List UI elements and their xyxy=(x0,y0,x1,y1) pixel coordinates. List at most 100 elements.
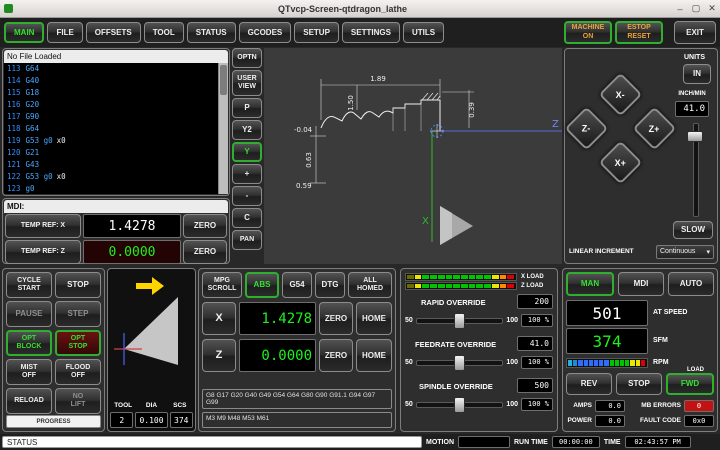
abs-button[interactable]: ABS xyxy=(245,272,279,298)
tab-gcodes[interactable]: GCODES xyxy=(239,22,292,43)
view-y-button[interactable]: Y xyxy=(232,142,262,162)
zero-x-button[interactable]: ZERO xyxy=(183,214,227,238)
zoom-in-button[interactable]: + xyxy=(232,164,262,184)
close-icon[interactable]: ✕ xyxy=(704,3,720,14)
view-options-button[interactable]: OPTN xyxy=(232,48,262,68)
run-progress-bar: PROGRESS xyxy=(6,415,101,428)
feedrate-override-value: 41.0 xyxy=(517,336,553,351)
zero-z-button[interactable]: ZERO xyxy=(183,240,227,264)
maximize-icon[interactable]: ▢ xyxy=(688,3,704,14)
tab-utils[interactable]: UTILS xyxy=(403,22,444,43)
opt-block-button[interactable]: OPTBLOCK xyxy=(6,330,52,356)
gcode-line-extra: x0 xyxy=(57,172,66,181)
step-button[interactable]: STEP xyxy=(55,301,101,327)
label-line: OFF xyxy=(22,372,36,380)
spindle-override-slider[interactable] xyxy=(416,397,504,411)
x-axis-label: X xyxy=(422,216,429,227)
axis-z-button[interactable]: Z xyxy=(202,339,236,372)
temp-ref-x-button[interactable]: TEMP REF: X xyxy=(5,214,81,238)
dia-col-header: DIA xyxy=(138,402,164,409)
home-z-button[interactable]: HOME xyxy=(356,339,392,372)
mode-mdi-button[interactable]: MDI xyxy=(618,272,664,296)
active-gcodes-display: G8 G17 G20 G40 G49 G54 G64 G80 G90 G91.1… xyxy=(202,389,392,409)
flood-button[interactable]: FLOODOFF xyxy=(55,359,101,385)
tab-main[interactable]: MAIN xyxy=(4,22,44,43)
label-line: OPT xyxy=(71,335,85,343)
gcode-text-view[interactable]: 113G64 114G40 115G18 116G20 117G90 118G6… xyxy=(4,63,228,194)
opt-stop-button[interactable]: OPTSTOP xyxy=(55,330,101,356)
no-lift-button[interactable]: NOLIFT xyxy=(55,388,101,414)
scrollbar-thumb[interactable] xyxy=(220,65,227,95)
feedrate-override-label: FEEDRATE OVERRIDE xyxy=(415,340,496,349)
mode-man-button[interactable]: MAN xyxy=(566,272,614,296)
mode-auto-button[interactable]: AUTO xyxy=(668,272,714,296)
clear-view-button[interactable]: C xyxy=(232,208,262,228)
mist-button[interactable]: MISTOFF xyxy=(6,359,52,385)
pause-button[interactable]: PAUSE xyxy=(6,301,52,327)
gcode-scrollbar[interactable] xyxy=(218,63,228,194)
mb-errors-value: 0 xyxy=(684,400,714,412)
dtg-button[interactable]: DTG xyxy=(315,272,345,298)
jog-z-minus-button[interactable]: Z- xyxy=(565,107,609,151)
scs-col-header: SCS xyxy=(167,402,193,409)
slider-handle[interactable] xyxy=(687,131,703,142)
clock-value: 02:43:57 PM xyxy=(625,436,691,448)
feedrate-override-slider[interactable] xyxy=(416,355,504,369)
tool-scs-value: 374 xyxy=(170,412,193,428)
jog-rate-slider[interactable] xyxy=(687,123,703,217)
gcode-line-code: G21 xyxy=(26,148,40,157)
label-line: MPG xyxy=(214,277,230,285)
view-p-button[interactable]: P xyxy=(232,98,262,118)
machine-on-button[interactable]: MACHINE ON xyxy=(564,21,612,44)
slider-handle[interactable] xyxy=(454,355,465,371)
slider-handle[interactable] xyxy=(454,313,465,329)
spindle-rev-button[interactable]: REV xyxy=(566,373,612,395)
gcode-line-code: g0 xyxy=(26,184,35,193)
spindle-fwd-button[interactable]: FWD xyxy=(666,373,714,395)
slow-button[interactable]: SLOW xyxy=(673,221,713,239)
axis-x-button[interactable]: X xyxy=(202,302,236,335)
label-line: ON xyxy=(583,33,594,41)
estop-reset-button[interactable]: ESTOP RESET xyxy=(615,21,663,44)
zoom-out-button[interactable]: - xyxy=(232,186,262,206)
runtime-label: RUN TIME xyxy=(514,439,548,446)
tab-tool[interactable]: TOOL xyxy=(144,22,184,43)
minimize-icon[interactable]: – xyxy=(672,4,688,14)
reload-button[interactable]: RELOAD xyxy=(6,388,52,414)
view-y2-button[interactable]: Y2 xyxy=(232,120,262,140)
gcode-line-number: 119 xyxy=(7,136,21,145)
all-homed-button[interactable]: ALLHOMED xyxy=(348,272,392,298)
pan-button[interactable]: PAN xyxy=(232,230,262,250)
zero-x-dro-button[interactable]: ZERO xyxy=(319,302,353,335)
slider-handle[interactable] xyxy=(454,397,465,413)
zero-z-dro-button[interactable]: ZERO xyxy=(319,339,353,372)
jog-z-minus-label: Z- xyxy=(582,124,591,134)
window-titlebar[interactable]: QTvcp-Screen-qtdragon_lathe – ▢ ✕ xyxy=(0,0,720,18)
jog-x-plus-button[interactable]: X+ xyxy=(599,141,643,185)
jog-z-plus-button[interactable]: Z+ xyxy=(633,107,677,151)
combo-value: Continuous xyxy=(660,248,695,255)
spindle-stop-button[interactable]: STOP xyxy=(616,373,662,395)
home-x-button[interactable]: HOME xyxy=(356,302,392,335)
units-in-button[interactable]: IN xyxy=(683,64,711,84)
exit-button[interactable]: EXIT xyxy=(674,21,716,44)
tab-status[interactable]: STATUS xyxy=(187,22,236,43)
tab-settings[interactable]: SETTINGS xyxy=(342,22,400,43)
rapid-override-slider[interactable] xyxy=(416,313,504,327)
temp-ref-z-button[interactable]: TEMP REF: Z xyxy=(5,240,81,264)
gcode-graphics-preview[interactable]: 1.89 1.50 0.39 -0.04 0.63 0.59 X Z xyxy=(264,48,562,264)
linear-increment-combo[interactable]: Continuous ▾ xyxy=(656,245,714,259)
stop-button[interactable]: STOP xyxy=(55,272,101,298)
cycle-start-button[interactable]: CYCLESTART xyxy=(6,272,52,298)
spindle-override-pct: 100 % xyxy=(521,398,553,411)
mpg-scroll-button[interactable]: MPGSCROLL xyxy=(202,272,242,298)
tab-offsets[interactable]: OFFSETS xyxy=(86,22,141,43)
user-view-button[interactable]: USER VIEW xyxy=(232,70,262,96)
tab-file[interactable]: FILE xyxy=(47,22,82,43)
gcode-line-extra: x0 xyxy=(57,136,66,145)
jog-x-minus-button[interactable]: X- xyxy=(599,73,643,117)
gcode-line-number: 118 xyxy=(7,124,21,133)
tab-setup[interactable]: SETUP xyxy=(294,22,339,43)
g54-button[interactable]: G54 xyxy=(282,272,312,298)
gcode-line-number: 114 xyxy=(7,76,21,85)
